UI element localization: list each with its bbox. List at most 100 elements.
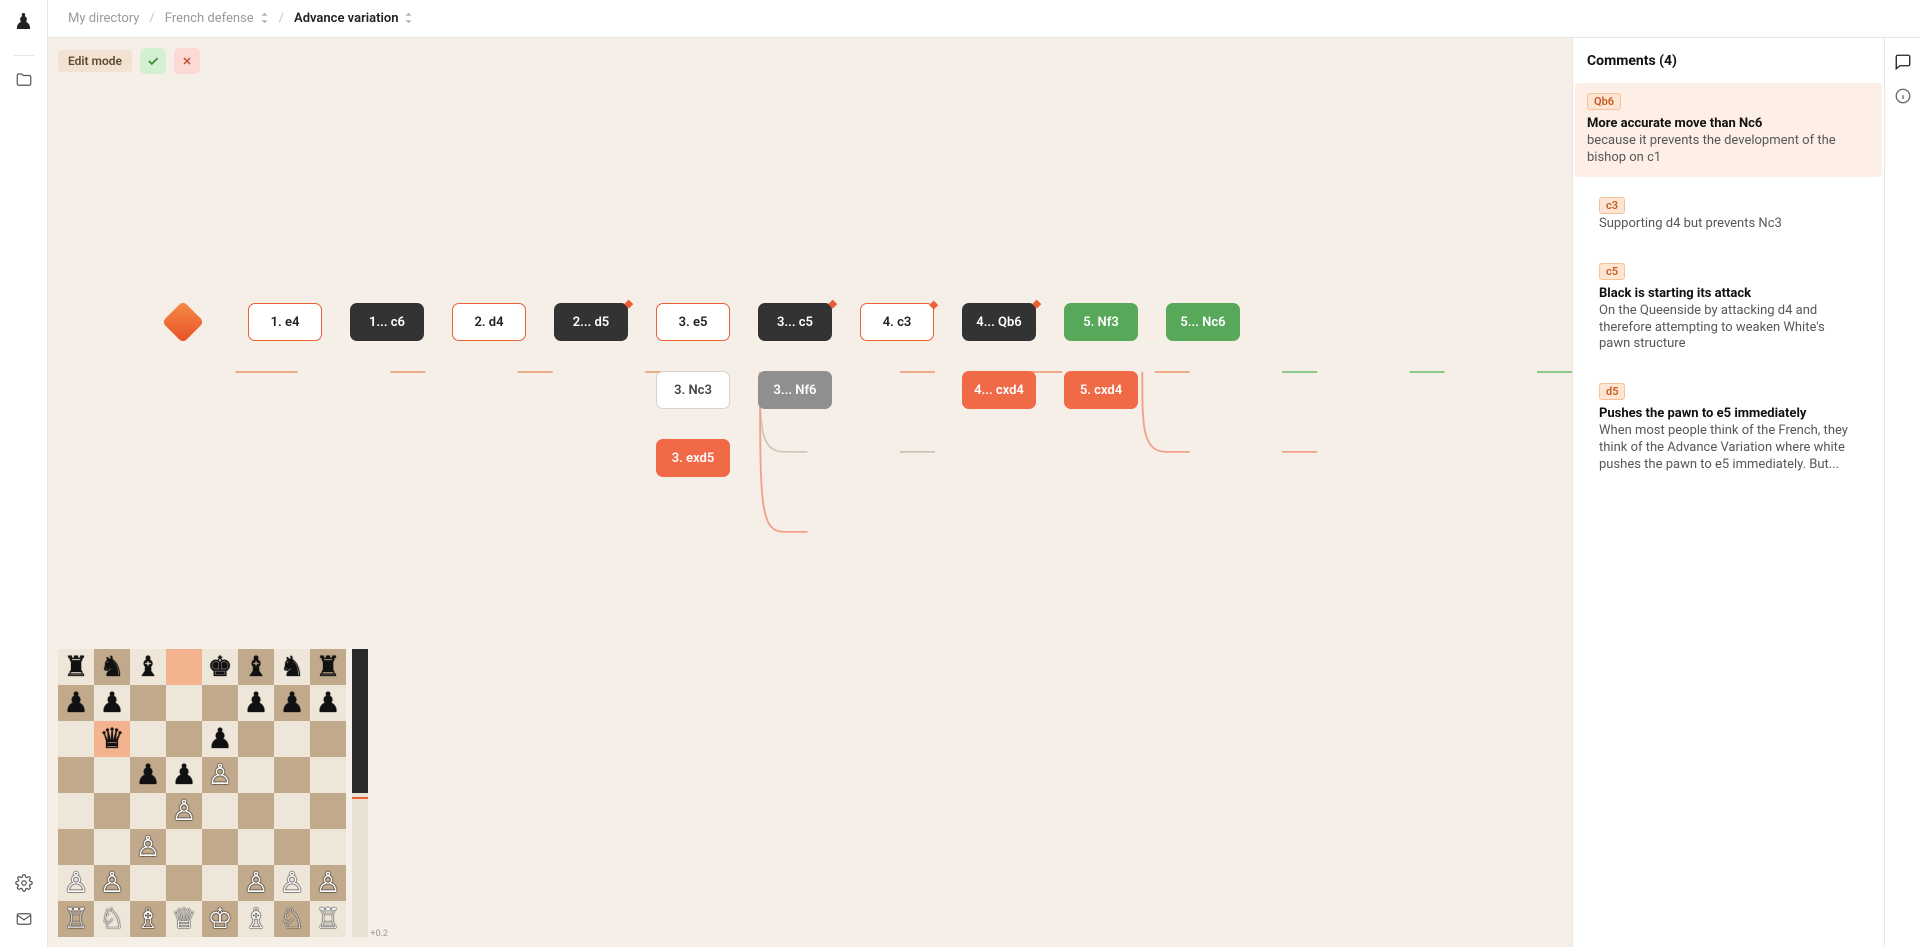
square-e5[interactable]: ♙ xyxy=(202,757,238,793)
square-h1[interactable]: ♖ xyxy=(310,901,346,937)
breadcrumb-folder[interactable]: French defense xyxy=(165,11,269,26)
mail-icon[interactable] xyxy=(12,907,36,931)
move-node[interactable]: 3... c5◆ xyxy=(758,303,832,341)
move-node[interactable]: 5. cxd4 xyxy=(1064,371,1138,409)
square-g8[interactable]: ♞ xyxy=(274,649,310,685)
comment-item[interactable]: c5Black is starting its attackOn the Que… xyxy=(1587,253,1870,364)
variation-canvas[interactable]: Edit mode 1. e41... c62. d42... d5◆3. e5… xyxy=(48,38,1572,947)
square-d5[interactable]: ♟ xyxy=(166,757,202,793)
square-g4[interactable] xyxy=(274,793,310,829)
square-e2[interactable] xyxy=(202,865,238,901)
square-f5[interactable] xyxy=(238,757,274,793)
square-a5[interactable] xyxy=(58,757,94,793)
square-e3[interactable] xyxy=(202,829,238,865)
square-c4[interactable] xyxy=(130,793,166,829)
square-g1[interactable]: ♘ xyxy=(274,901,310,937)
square-g2[interactable]: ♙ xyxy=(274,865,310,901)
square-h2[interactable]: ♙ xyxy=(310,865,346,901)
square-f8[interactable]: ♝ xyxy=(238,649,274,685)
chessboard[interactable]: ♜♞♝♚♝♞♜♟♟♟♟♟♛♟♟♟♙♙♙♙♙♙♙♙♖♘♗♕♔♗♘♖ xyxy=(58,649,346,937)
square-d1[interactable]: ♕ xyxy=(166,901,202,937)
move-node[interactable]: 3. exd5 xyxy=(656,439,730,477)
square-f2[interactable]: ♙ xyxy=(238,865,274,901)
square-h5[interactable] xyxy=(310,757,346,793)
move-node[interactable]: 2... d5◆ xyxy=(554,303,628,341)
square-a3[interactable] xyxy=(58,829,94,865)
comment-title: More accurate move than Nc6 xyxy=(1587,116,1870,131)
comment-item[interactable]: d5Pushes the pawn to e5 immediatelyWhen … xyxy=(1587,373,1870,484)
square-f4[interactable] xyxy=(238,793,274,829)
move-node[interactable]: 4... Qb6◆ xyxy=(962,303,1036,341)
square-c2[interactable] xyxy=(130,865,166,901)
square-b1[interactable]: ♘ xyxy=(94,901,130,937)
square-b7[interactable]: ♟ xyxy=(94,685,130,721)
square-d3[interactable] xyxy=(166,829,202,865)
square-h3[interactable] xyxy=(310,829,346,865)
square-c7[interactable] xyxy=(130,685,166,721)
square-c5[interactable]: ♟ xyxy=(130,757,166,793)
breadcrumb-current[interactable]: Advance variation xyxy=(294,11,413,26)
square-a2[interactable]: ♙ xyxy=(58,865,94,901)
square-d7[interactable] xyxy=(166,685,202,721)
chevron-updown-icon[interactable] xyxy=(404,12,413,26)
square-g3[interactable] xyxy=(274,829,310,865)
square-h6[interactable] xyxy=(310,721,346,757)
square-c8[interactable]: ♝ xyxy=(130,649,166,685)
move-node[interactable]: 4... cxd4 xyxy=(962,371,1036,409)
move-node[interactable]: 1... c6 xyxy=(350,303,424,341)
move-node[interactable]: 5. Nf3 xyxy=(1064,303,1138,341)
square-c1[interactable]: ♗ xyxy=(130,901,166,937)
comment-item[interactable]: c3Supporting d4 but prevents Nc3 xyxy=(1587,187,1870,243)
folder-icon[interactable] xyxy=(12,68,36,92)
square-e4[interactable] xyxy=(202,793,238,829)
comments-icon[interactable] xyxy=(1893,52,1913,72)
chevron-updown-icon[interactable] xyxy=(260,12,269,26)
move-node[interactable]: 3. Nc3 xyxy=(656,371,730,409)
square-b2[interactable]: ♙ xyxy=(94,865,130,901)
square-c3[interactable]: ♙ xyxy=(130,829,166,865)
square-d6[interactable] xyxy=(166,721,202,757)
settings-icon[interactable] xyxy=(12,871,36,895)
move-node[interactable]: 5... Nc6 xyxy=(1166,303,1240,341)
square-b8[interactable]: ♞ xyxy=(94,649,130,685)
square-a8[interactable]: ♜ xyxy=(58,649,94,685)
square-h8[interactable]: ♜ xyxy=(310,649,346,685)
app-logo[interactable]: ♟ xyxy=(14,10,34,35)
square-a6[interactable] xyxy=(58,721,94,757)
square-c6[interactable] xyxy=(130,721,166,757)
info-icon[interactable] xyxy=(1893,86,1913,106)
square-a1[interactable]: ♖ xyxy=(58,901,94,937)
comment-body: because it prevents the development of t… xyxy=(1587,133,1870,167)
square-f3[interactable] xyxy=(238,829,274,865)
square-e8[interactable]: ♚ xyxy=(202,649,238,685)
square-b5[interactable] xyxy=(94,757,130,793)
square-e6[interactable]: ♟ xyxy=(202,721,238,757)
square-a4[interactable] xyxy=(58,793,94,829)
square-f6[interactable] xyxy=(238,721,274,757)
square-h4[interactable] xyxy=(310,793,346,829)
comment-item[interactable]: Qb6More accurate move than Nc6because it… xyxy=(1575,83,1882,177)
square-e7[interactable] xyxy=(202,685,238,721)
move-node[interactable]: 3. e5 xyxy=(656,303,730,341)
move-node[interactable]: 2. d4 xyxy=(452,303,526,341)
square-e1[interactable]: ♔ xyxy=(202,901,238,937)
square-a7[interactable]: ♟ xyxy=(58,685,94,721)
square-f7[interactable]: ♟ xyxy=(238,685,274,721)
square-b6[interactable]: ♛ xyxy=(94,721,130,757)
move-node[interactable]: 3... Nf6 xyxy=(758,371,832,409)
move-node[interactable]: 4. c3◆ xyxy=(860,303,934,341)
piece: ♔ xyxy=(207,905,232,933)
square-g6[interactable] xyxy=(274,721,310,757)
breadcrumb-root[interactable]: My directory xyxy=(68,11,139,26)
square-d8[interactable] xyxy=(166,649,202,685)
square-d2[interactable] xyxy=(166,865,202,901)
square-b4[interactable] xyxy=(94,793,130,829)
square-f1[interactable]: ♗ xyxy=(238,901,274,937)
piece: ♙ xyxy=(171,797,196,825)
square-d4[interactable]: ♙ xyxy=(166,793,202,829)
square-g7[interactable]: ♟ xyxy=(274,685,310,721)
square-h7[interactable]: ♟ xyxy=(310,685,346,721)
move-node[interactable]: 1. e4 xyxy=(248,303,322,341)
square-b3[interactable] xyxy=(94,829,130,865)
square-g5[interactable] xyxy=(274,757,310,793)
